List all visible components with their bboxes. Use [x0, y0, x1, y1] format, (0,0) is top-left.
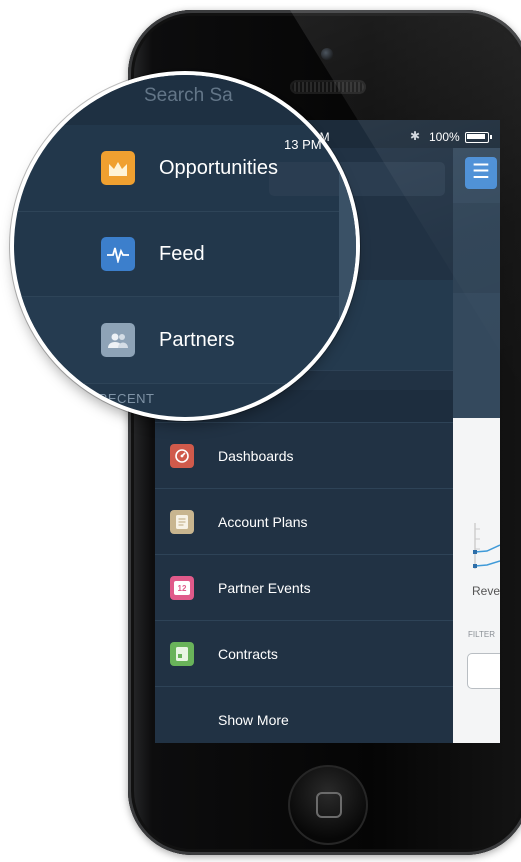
magnified-item-label: Partners	[159, 328, 235, 351]
magnified-item-feed[interactable]: Feed	[14, 212, 356, 297]
show-more-button[interactable]: Show More	[155, 686, 453, 743]
chart-sparkline	[473, 523, 500, 569]
calendar-icon: 12	[170, 575, 194, 600]
battery-icon	[465, 132, 492, 143]
recent-list: Dashboards Account Plans 12 Partner Even…	[155, 422, 453, 743]
recent-section-label: RECENT	[98, 391, 155, 406]
pulse-icon	[101, 237, 135, 271]
show-more-label: Show More	[218, 711, 289, 728]
people-icon	[101, 323, 135, 357]
calendar-day: 12	[174, 580, 190, 595]
menu-item-contracts[interactable]: Contracts	[155, 620, 453, 686]
filter-label: FILTER	[468, 630, 495, 639]
contract-icon	[170, 641, 194, 666]
battery-percent: 100%	[429, 130, 460, 144]
main-content-peek[interactable]: ☰ Reve FILTER	[453, 148, 500, 743]
menu-item-dashboards[interactable]: Dashboards	[155, 422, 453, 488]
magnified-search-placeholder: Search Sa	[144, 85, 233, 106]
document-icon	[170, 509, 194, 534]
filter-button[interactable]	[467, 653, 500, 689]
magnified-main-edge	[339, 125, 356, 417]
front-camera	[321, 48, 333, 60]
main-subheader	[453, 203, 500, 293]
menu-item-account-plans[interactable]: Account Plans	[155, 488, 453, 554]
home-square-icon	[316, 792, 342, 818]
magnified-item-opportunities[interactable]: Opportunities	[14, 125, 356, 212]
bluetooth-icon: ✱	[410, 129, 421, 143]
menu-item-label: Dashboards	[218, 447, 294, 464]
menu-item-partner-events[interactable]: 12 Partner Events	[155, 554, 453, 620]
magnified-item-label: Feed	[159, 242, 205, 265]
menu-item-label: Contracts	[218, 645, 278, 662]
magnifier-loupe: Search Sa 13 PM Opportunities Feed Partn…	[14, 75, 356, 417]
chart-caption: Reve	[472, 584, 500, 598]
menu-item-label: Partner Events	[218, 579, 311, 596]
magnified-item-label: Opportunities	[159, 156, 278, 179]
crown-icon	[101, 151, 135, 185]
hamburger-menu-icon[interactable]: ☰	[465, 157, 497, 189]
speedometer-icon	[170, 443, 194, 468]
menu-item-label: Account Plans	[218, 513, 308, 530]
magnified-item-partners[interactable]: Partners	[14, 297, 356, 384]
